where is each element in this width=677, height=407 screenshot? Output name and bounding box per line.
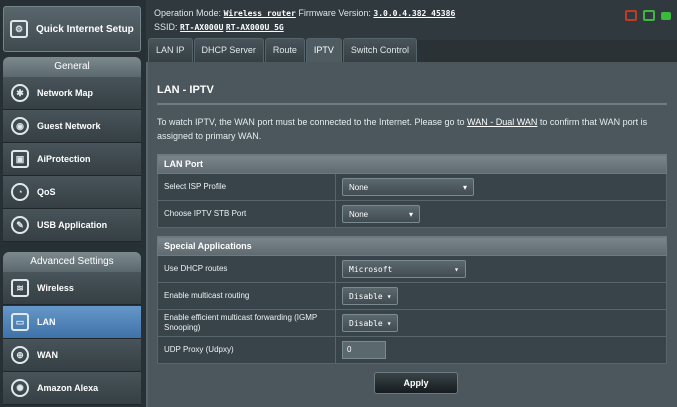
chevron-down-icon: ▾ — [386, 291, 392, 301]
isp-profile-select[interactable]: None ▾ — [342, 178, 474, 196]
igmp-snooping-label: Enable efficient multicast forwarding (I… — [157, 309, 336, 337]
sidebar-item-aiprotection[interactable]: ▣ AiProtection — [3, 143, 141, 176]
guest-network-icon: ◉ — [11, 117, 29, 135]
sidebar-item-label: AiProtection — [37, 154, 91, 164]
sidebar-item-label: Amazon Alexa — [37, 383, 99, 393]
usb-application-icon: ✎ — [11, 216, 29, 234]
udp-proxy-cell: 0 — [335, 336, 667, 364]
udp-proxy-label: UDP Proxy (Udpxy) — [157, 336, 336, 364]
operation-mode-line: Operation Mode: Wireless router Firmware… — [154, 8, 455, 18]
multicast-routing-label: Enable multicast routing — [157, 282, 336, 310]
qos-icon: ◔ — [11, 183, 29, 201]
sidebar-item-usb-application[interactable]: ✎ USB Application — [3, 209, 141, 242]
sidebar: ⚙ Quick Internet Setup General ✱ Network… — [0, 0, 146, 407]
dhcp-routes-value: Microsoft — [349, 264, 393, 274]
ssid-2g-link[interactable]: RT-AX000U — [180, 23, 223, 32]
sidebar-item-lan[interactable]: ▭ LAN — [3, 306, 141, 339]
isp-profile-label: Select ISP Profile — [157, 173, 336, 201]
lan-tabs: LAN IP DHCP Server Route IPTV Switch Con… — [148, 38, 418, 62]
general-section-header: General — [3, 57, 141, 77]
firmware-version-link[interactable]: 3.0.0.4.382_45386 — [373, 9, 455, 18]
sidebar-item-label: Guest Network — [37, 121, 101, 131]
sidebar-item-network-map[interactable]: ✱ Network Map — [3, 77, 141, 110]
amazon-alexa-icon: ✺ — [11, 379, 29, 397]
usb-status-icon[interactable] — [643, 10, 655, 21]
chevron-down-icon: ▾ — [454, 264, 459, 274]
tab-iptv[interactable]: IPTV — [305, 38, 342, 62]
chevron-down-icon: ▾ — [462, 182, 467, 192]
lan-icon: ▭ — [11, 313, 29, 331]
tab-lan-ip[interactable]: LAN IP — [148, 38, 193, 62]
title-divider — [157, 103, 667, 105]
stb-port-select[interactable]: None ▾ — [342, 205, 420, 223]
quick-setup-label: Quick Internet Setup — [36, 23, 134, 35]
sidebar-item-amazon-alexa[interactable]: ✺ Amazon Alexa — [3, 372, 141, 405]
printer-status-icon[interactable] — [625, 10, 637, 21]
udp-proxy-input[interactable]: 0 — [342, 341, 386, 359]
sidebar-item-qos[interactable]: ◔ QoS — [3, 176, 141, 209]
tab-route[interactable]: Route — [264, 38, 305, 62]
special-applications-table: Special Applications Use DHCP routes Mic… — [157, 236, 667, 364]
ssid-5g-link[interactable]: RT-AX000U_5G — [226, 23, 284, 32]
sidebar-item-label: Network Map — [37, 88, 94, 98]
igmp-snooping-cell: Disable ▾ — [335, 309, 667, 337]
stb-port-value: None — [349, 209, 369, 219]
aiprotection-icon: ▣ — [11, 150, 29, 168]
stb-port-cell: None ▾ — [335, 200, 667, 228]
sidebar-item-label: Wireless — [37, 283, 74, 293]
multicast-routing-select[interactable]: Disable ▾ — [342, 287, 398, 305]
network-status-icon[interactable] — [661, 12, 671, 20]
tab-switch-control[interactable]: Switch Control — [342, 38, 417, 62]
ssid-label: SSID: — [154, 22, 178, 32]
sidebar-item-wan[interactable]: ⊕ WAN — [3, 339, 141, 372]
isp-profile-cell: None ▾ — [335, 173, 667, 201]
sidebar-item-guest-network[interactable]: ◉ Guest Network — [3, 110, 141, 143]
wireless-icon: ≋ — [11, 279, 29, 297]
chevron-down-icon: ▾ — [408, 209, 413, 219]
multicast-routing-cell: Disable ▾ — [335, 282, 667, 310]
tab-dhcp-server[interactable]: DHCP Server — [193, 38, 264, 62]
chevron-down-icon: ▾ — [386, 318, 392, 328]
top-status-bar: Operation Mode: Wireless router Firmware… — [146, 0, 677, 40]
wan-dual-wan-link[interactable]: WAN - Dual WAN — [467, 117, 537, 127]
sidebar-item-label: USB Application — [37, 220, 108, 230]
dhcp-routes-select[interactable]: Microsoft ▾ — [342, 260, 466, 278]
ssid-line: SSID: RT-AX000U RT-AX000U_5G — [154, 22, 284, 32]
quick-setup-icon: ⚙ — [10, 20, 28, 38]
advanced-settings-section-header: Advanced Settings — [3, 252, 141, 272]
operation-mode-label: Operation Mode: — [154, 8, 222, 18]
main-panel: LAN - IPTV To watch IPTV, the WAN port m… — [146, 62, 677, 407]
lan-port-table: LAN Port Select ISP Profile None ▾ Choos… — [157, 154, 667, 228]
notice-text: To watch IPTV, the WAN port must be conn… — [157, 117, 465, 127]
wan-icon: ⊕ — [11, 346, 29, 364]
network-map-icon: ✱ — [11, 84, 29, 102]
multicast-routing-value: Disable — [349, 291, 383, 301]
sidebar-item-label: WAN — [37, 350, 58, 360]
igmp-snooping-value: Disable — [349, 318, 383, 328]
dhcp-routes-cell: Microsoft ▾ — [335, 255, 667, 283]
sidebar-item-label: LAN — [37, 317, 56, 327]
sidebar-item-label: QoS — [37, 187, 56, 197]
dhcp-routes-label: Use DHCP routes — [157, 255, 336, 283]
sidebar-item-wireless[interactable]: ≋ Wireless — [3, 272, 141, 305]
iptv-notice: To watch IPTV, the WAN port must be conn… — [157, 115, 667, 143]
isp-profile-value: None — [349, 182, 369, 192]
igmp-snooping-select[interactable]: Disable ▾ — [342, 314, 398, 332]
apply-button[interactable]: Apply — [374, 372, 458, 394]
page-title: LAN - IPTV — [157, 84, 214, 96]
operation-mode-link[interactable]: Wireless router — [224, 9, 296, 18]
lan-port-header: LAN Port — [157, 154, 667, 174]
firmware-label: Firmware Version: — [298, 8, 371, 18]
quick-internet-setup-button[interactable]: ⚙ Quick Internet Setup — [3, 6, 141, 52]
stb-port-label: Choose IPTV STB Port — [157, 200, 336, 228]
status-icons — [625, 10, 671, 21]
special-applications-header: Special Applications — [157, 236, 667, 256]
